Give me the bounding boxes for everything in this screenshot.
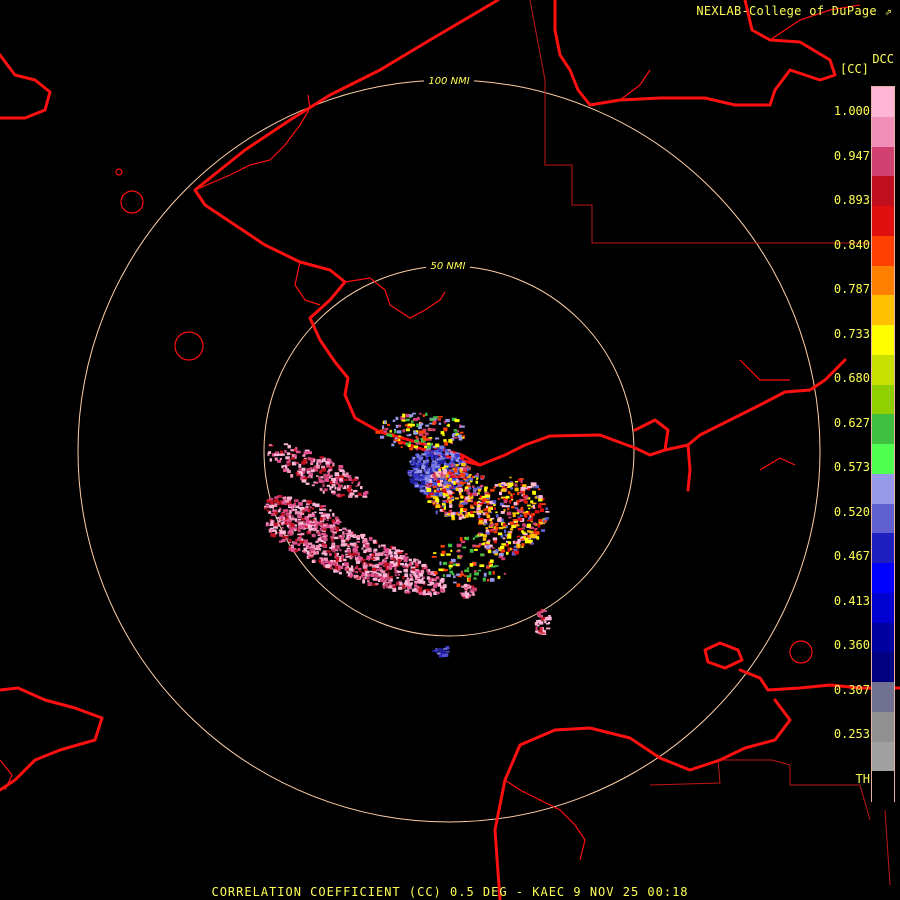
color-scale-tick: 0.253: [833, 727, 870, 741]
color-scale-segment: [872, 265, 894, 296]
color-scale-segment: [872, 533, 894, 564]
external-link-icon[interactable]: ⇗: [884, 4, 892, 18]
unit-label: [CC]: [840, 62, 869, 76]
color-scale-tick: 0.947: [833, 148, 870, 163]
color-scale-tick: 0.520: [833, 504, 870, 519]
boundary-lines: [529, 0, 891, 886]
color-scale-segment: [872, 741, 894, 772]
radar-site: [460, 456, 464, 460]
color-scale-tick: TH: [855, 771, 870, 786]
color-scale-tick: 0.573: [833, 460, 870, 474]
color-scale-segment: [872, 682, 894, 713]
radar-map: 100 NMI 50 NMI: [0, 0, 900, 900]
color-scale-tick: 0.627: [833, 415, 870, 430]
color-scale-tick: 0.733: [833, 326, 870, 341]
color-scale-segment: [872, 622, 894, 653]
color-scale-segment: [872, 563, 894, 594]
color-scale-segment: [872, 444, 894, 475]
product-code: DCC: [872, 52, 894, 66]
color-scale-tick: 0.840: [833, 237, 870, 252]
color-scale-tick: 0.893: [833, 193, 870, 207]
ring-label-50: 50 NMI: [431, 261, 466, 272]
color-scale-tick: 0.360: [833, 638, 870, 652]
color-scale-segment: [872, 235, 894, 266]
color-scale-segment: [872, 711, 894, 742]
coastline-detail: [0, 4, 861, 861]
color-scale-segment: [872, 116, 894, 147]
color-scale-segment: [872, 295, 894, 326]
color-scale-segment: [872, 87, 894, 118]
color-scale-segment: [872, 771, 894, 802]
color-scale-segment: [872, 503, 894, 534]
color-scale-segment: [872, 354, 894, 385]
color-scale-segment: [872, 652, 894, 683]
color-scale-segment: [872, 473, 894, 504]
color-scale-tick: 0.307: [833, 682, 870, 697]
color-scale-tick: 0.680: [833, 371, 870, 385]
color-scale-tick: 0.467: [833, 549, 870, 563]
ring-label-100: 100 NMI: [428, 76, 469, 87]
color-scale-bar: [871, 86, 895, 802]
credit-label: NEXLAB-College of DuPage ⇗: [696, 4, 892, 18]
color-scale-segment: [872, 325, 894, 356]
product-caption: CORRELATION COEFFICIENT (CC) 0.5 DEG - K…: [211, 885, 689, 899]
color-scale-tick: 1.000: [833, 104, 870, 118]
color-scale-tick: 0.787: [833, 282, 870, 296]
color-scale-segment: [872, 146, 894, 177]
radar-echoes: [264, 412, 552, 658]
credit-text: NEXLAB-College of DuPage: [696, 4, 877, 18]
color-scale-segment: [872, 384, 894, 415]
color-scale-segment: [872, 592, 894, 623]
color-scale-segment: [872, 414, 894, 445]
color-scale-tick: 0.413: [833, 593, 870, 608]
color-scale-segment: [872, 206, 894, 237]
color-scale-segment: [872, 176, 894, 207]
